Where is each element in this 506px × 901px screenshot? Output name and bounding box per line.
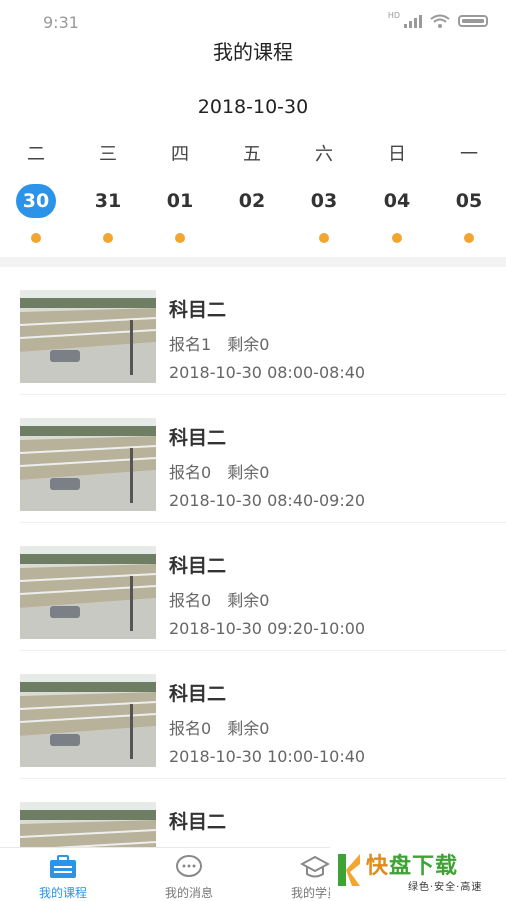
weekday-row: 二 三 四 五 六 日 一 — [0, 140, 506, 165]
weekday-label: 一 — [460, 144, 478, 165]
remaining-count: 剩余0 — [227, 463, 270, 482]
remaining-count: 剩余0 — [227, 591, 270, 610]
status-bar: 9:31 HD — [0, 0, 506, 40]
weekday-label: 三 — [99, 144, 117, 165]
tab-label: 我的课程 — [38, 886, 87, 900]
course-card[interactable]: 科目二 报名1 剩余0 2018-10-30 08:00-08:40 — [0, 267, 506, 395]
course-title: 科目二 — [169, 299, 227, 321]
status-icons: HD — [387, 11, 488, 28]
date-row: 30 31 01 02 03 04 05 — [0, 183, 506, 219]
hd-icon: HD — [387, 11, 400, 20]
signal-icon — [404, 14, 422, 28]
course-card[interactable]: 科目二 — [0, 779, 506, 847]
battery-icon — [458, 15, 488, 27]
date-number: 01 — [166, 190, 194, 212]
date-cell-selected[interactable]: 30 — [8, 183, 64, 219]
course-card[interactable]: 科目二 报名0 剩余0 2018-10-30 10:00-10:40 — [0, 651, 506, 779]
course-list[interactable]: 科目二 报名1 剩余0 2018-10-30 08:00-08:40 科目二 报名… — [0, 267, 506, 847]
date-cell[interactable]: 05 — [441, 183, 497, 219]
weekday-label: 二 — [27, 144, 45, 165]
date-number: 02 — [238, 190, 266, 212]
date-number: 05 — [455, 190, 483, 212]
page-title: 我的课程 — [213, 40, 293, 64]
remaining-count: 剩余0 — [227, 719, 270, 738]
brand-name: 快盘下载 — [366, 848, 458, 880]
course-stats: 报名0 剩余0 — [169, 587, 269, 611]
event-dot — [31, 233, 41, 243]
course-time: 2018-10-30 08:00-08:40 — [169, 363, 366, 382]
course-time: 2018-10-30 10:00-10:40 — [169, 747, 366, 766]
weekday-label: 四 — [171, 144, 189, 165]
enrolled-count: 报名0 — [169, 463, 212, 482]
tab-label: 我的消息 — [164, 886, 213, 900]
course-title: 科目二 — [169, 427, 227, 449]
brand-rest: 盘下载 — [389, 854, 459, 879]
event-dot-row — [0, 233, 506, 245]
wifi-icon — [430, 14, 450, 28]
event-dot — [319, 233, 329, 243]
tab-my-courses[interactable]: 我的课程 — [0, 848, 126, 901]
weekday-label: 五 — [243, 144, 261, 165]
course-icon — [50, 855, 76, 878]
date-number: 30 — [16, 184, 56, 218]
course-thumbnail — [20, 546, 156, 639]
course-title: 科目二 — [169, 811, 227, 833]
date-number: 03 — [310, 190, 338, 212]
date-number: 31 — [94, 190, 122, 212]
course-time: 2018-10-30 09:20-10:00 — [169, 619, 366, 638]
course-thumbnail — [20, 674, 156, 767]
site-watermark: 快盘下载 绿色·安全·高速 — [330, 844, 506, 900]
student-icon — [300, 855, 330, 878]
course-time: 2018-10-30 08:40-09:20 — [169, 491, 366, 510]
brand-slogan: 绿色·安全·高速 — [408, 882, 483, 893]
date-cell[interactable]: 31 — [80, 183, 136, 219]
course-thumbnail — [20, 290, 156, 383]
date-cell[interactable]: 01 — [152, 183, 208, 219]
current-date: 2018-10-30 — [197, 96, 309, 118]
status-time: 9:31 — [43, 13, 79, 32]
date-cell[interactable]: 02 — [224, 183, 280, 219]
date-cell[interactable]: 03 — [296, 183, 352, 219]
enrolled-count: 报名0 — [169, 591, 212, 610]
course-thumbnail — [20, 802, 156, 847]
course-card[interactable]: 科目二 报名0 剩余0 2018-10-30 08:40-09:20 — [0, 395, 506, 523]
remaining-count: 剩余0 — [227, 335, 270, 354]
weekday-label: 六 — [315, 144, 333, 165]
course-thumbnail — [20, 418, 156, 511]
brand-logo-icon — [338, 854, 360, 886]
course-card[interactable]: 科目二 报名0 剩余0 2018-10-30 09:20-10:00 — [0, 523, 506, 651]
section-separator — [0, 257, 506, 267]
event-dot — [103, 233, 113, 243]
course-stats: 报名0 剩余0 — [169, 459, 269, 483]
course-title: 科目二 — [169, 555, 227, 577]
enrolled-count: 报名1 — [169, 335, 212, 354]
date-number: 04 — [383, 190, 411, 212]
brand-char: 快 — [366, 854, 390, 879]
event-dot — [464, 233, 474, 243]
course-stats: 报名1 剩余0 — [169, 331, 269, 355]
date-cell[interactable]: 04 — [369, 183, 425, 219]
tab-my-messages[interactable]: 我的消息 — [126, 848, 252, 901]
event-dot — [175, 233, 185, 243]
event-dot — [392, 233, 402, 243]
message-icon — [176, 855, 202, 877]
course-stats: 报名0 剩余0 — [169, 715, 269, 739]
enrolled-count: 报名0 — [169, 719, 212, 738]
weekday-label: 日 — [388, 144, 406, 165]
course-title: 科目二 — [169, 683, 227, 705]
